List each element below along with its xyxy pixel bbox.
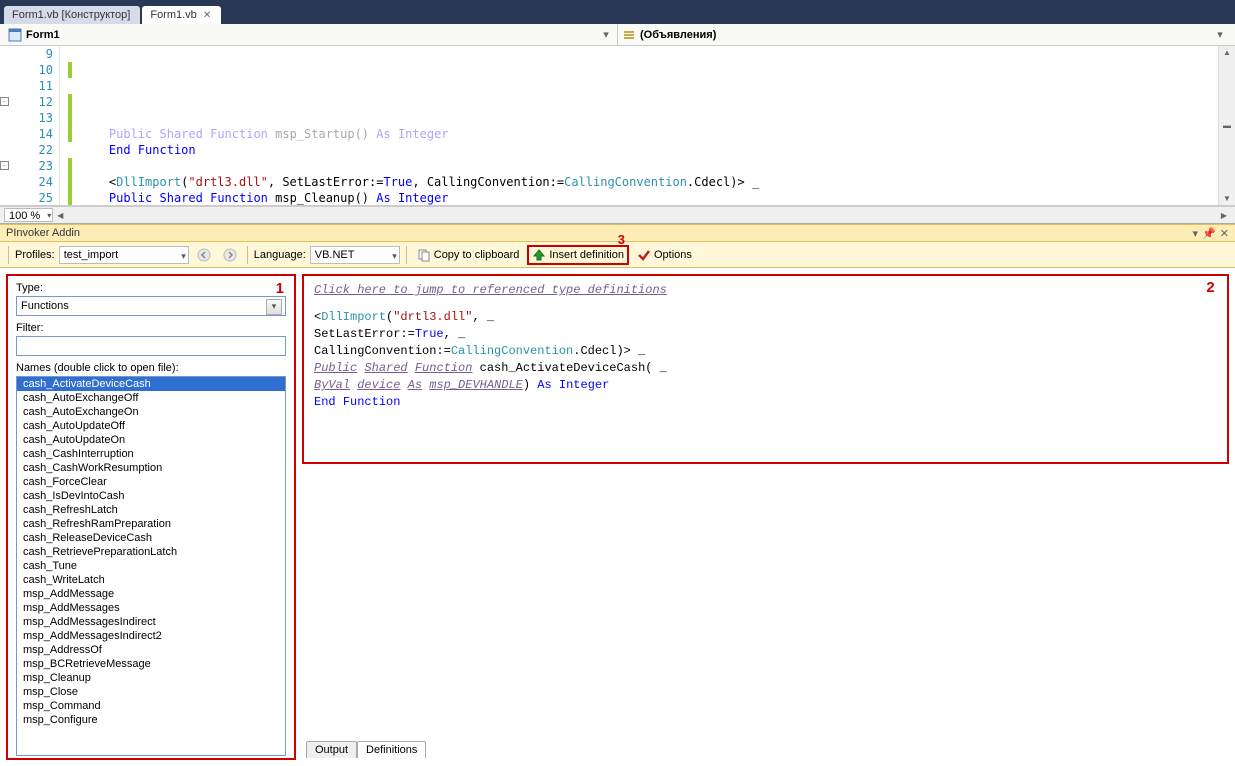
list-item[interactable]: cash_ActivateDeviceCash [17,377,285,391]
list-item[interactable]: msp_AddMessages [17,601,285,615]
options-button[interactable]: Options [633,246,696,264]
nav-back-button[interactable] [193,246,215,264]
code-editor[interactable]: 9101112131422232425-- Public Shared Func… [0,46,1235,206]
close-icon[interactable]: ✕ [203,10,211,21]
tab-output[interactable]: Output [306,741,357,758]
arrow-right-icon [223,248,237,262]
language-select[interactable]: VB.NET [310,246,400,264]
output-tabbar: Output Definitions [302,741,1229,758]
list-item[interactable]: cash_Tune [17,559,285,573]
annotation-1: 1 [276,280,284,297]
document-tabbar: Form1.vb [Конструктор] Form1.vb✕ [0,0,1235,24]
list-item[interactable]: msp_AddMessagesIndirect2 [17,629,285,643]
list-item[interactable]: cash_WriteLatch [17,573,285,587]
vertical-scrollbar[interactable]: ▲ ▬ ▼ [1218,46,1235,205]
copy-clipboard-button[interactable]: Copy to clipboard [413,246,524,264]
list-item[interactable]: msp_Cleanup [17,671,285,685]
window-menu-icon[interactable]: ▾ [1193,227,1199,240]
annotation-3: 3 [618,232,625,247]
member-selector[interactable]: (Объявления) ▾ [618,28,1231,42]
zoom-selector[interactable]: 100 % [4,208,53,222]
arrow-left-icon [197,248,211,262]
class-selector[interactable]: Form1 ▾ [4,28,617,42]
list-item[interactable]: msp_AddressOf [17,643,285,657]
editor-statusbar: 100 % ◀ ▶ [0,206,1235,224]
tab-form1-vb[interactable]: Form1.vb✕ [142,6,221,24]
insert-definition-button[interactable]: Insert definition [532,248,624,262]
type-label: Type: [16,282,286,294]
pin-icon[interactable]: 📌 [1202,227,1216,240]
scroll-right-icon[interactable]: ▶ [1217,211,1231,220]
list-item[interactable]: cash_AutoExchangeOn [17,405,285,419]
list-item[interactable]: cash_CashWorkResumption [17,461,285,475]
profiles-select[interactable]: test_import [59,246,189,264]
scroll-down-icon[interactable]: ▼ [1219,194,1235,203]
names-listbox[interactable]: cash_ActivateDeviceCashcash_AutoExchange… [16,376,286,756]
filter-input[interactable] [16,336,286,356]
list-item[interactable]: msp_Configure [17,713,285,727]
tab-form1-designer[interactable]: Form1.vb [Конструктор] [4,6,140,24]
check-icon [637,248,651,262]
line-number-gutter: 9101112131422232425-- [0,46,60,205]
definition-pane: 2 Click here to jump to referenced type … [302,274,1229,760]
split-icon[interactable]: ▬ [1219,121,1235,130]
list-item[interactable]: msp_Close [17,685,285,699]
form-icon [8,28,22,42]
declarations-icon [622,28,636,42]
chevron-down-icon[interactable]: ▾ [599,28,613,41]
definition-box[interactable]: 2 Click here to jump to referenced type … [302,274,1229,464]
list-item[interactable]: msp_AddMessagesIndirect [17,615,285,629]
language-label: Language: [254,249,306,261]
addin-toolbar: Profiles: test_import Language: VB.NET C… [0,242,1235,268]
browser-pane: 1 Type: Functions Filter: Names (double … [6,274,296,760]
list-item[interactable]: cash_ReleaseDeviceCash [17,531,285,545]
list-item[interactable]: cash_CashInterruption [17,447,285,461]
type-select[interactable]: Functions [16,296,286,316]
insert-definition-callout: 3 Insert definition [527,245,629,265]
fold-toggle-icon[interactable]: - [0,161,9,170]
addin-title-label: PInvoker Addin [6,227,80,239]
list-item[interactable]: cash_AutoUpdateOn [17,433,285,447]
member-navbar: Form1 ▾ (Объявления) ▾ [0,24,1235,46]
list-item[interactable]: cash_AutoExchangeOff [17,391,285,405]
list-item[interactable]: cash_RefreshLatch [17,503,285,517]
list-item[interactable]: msp_AddMessage [17,587,285,601]
addin-body: 1 Type: Functions Filter: Names (double … [0,268,1235,766]
code-surface[interactable]: Public Shared Function msp_Startup() As … [60,46,1218,205]
scroll-up-icon[interactable]: ▲ [1219,48,1235,57]
close-icon[interactable]: ✕ [1220,227,1229,240]
tab-definitions[interactable]: Definitions [357,741,426,758]
list-item[interactable]: msp_BCRetrieveMessage [17,657,285,671]
scroll-left-icon[interactable]: ◀ [53,211,67,220]
nav-forward-button[interactable] [219,246,241,264]
chevron-down-icon[interactable]: ▾ [1213,28,1227,41]
names-label: Names (double click to open file): [16,362,286,374]
list-item[interactable]: cash_RetrievePreparationLatch [17,545,285,559]
list-item[interactable]: cash_RefreshRamPreparation [17,517,285,531]
list-item[interactable]: cash_AutoUpdateOff [17,419,285,433]
list-item[interactable]: cash_ForceClear [17,475,285,489]
profiles-label: Profiles: [15,249,55,261]
jump-reference-link[interactable]: Click here to jump to referenced type de… [314,283,667,297]
arrow-up-icon [532,248,546,262]
list-item[interactable]: cash_IsDevIntoCash [17,489,285,503]
annotation-2: 2 [1206,280,1215,297]
filter-label: Filter: [16,322,286,334]
copy-icon [417,248,431,262]
fold-toggle-icon[interactable]: - [0,97,9,106]
list-item[interactable]: msp_Command [17,699,285,713]
